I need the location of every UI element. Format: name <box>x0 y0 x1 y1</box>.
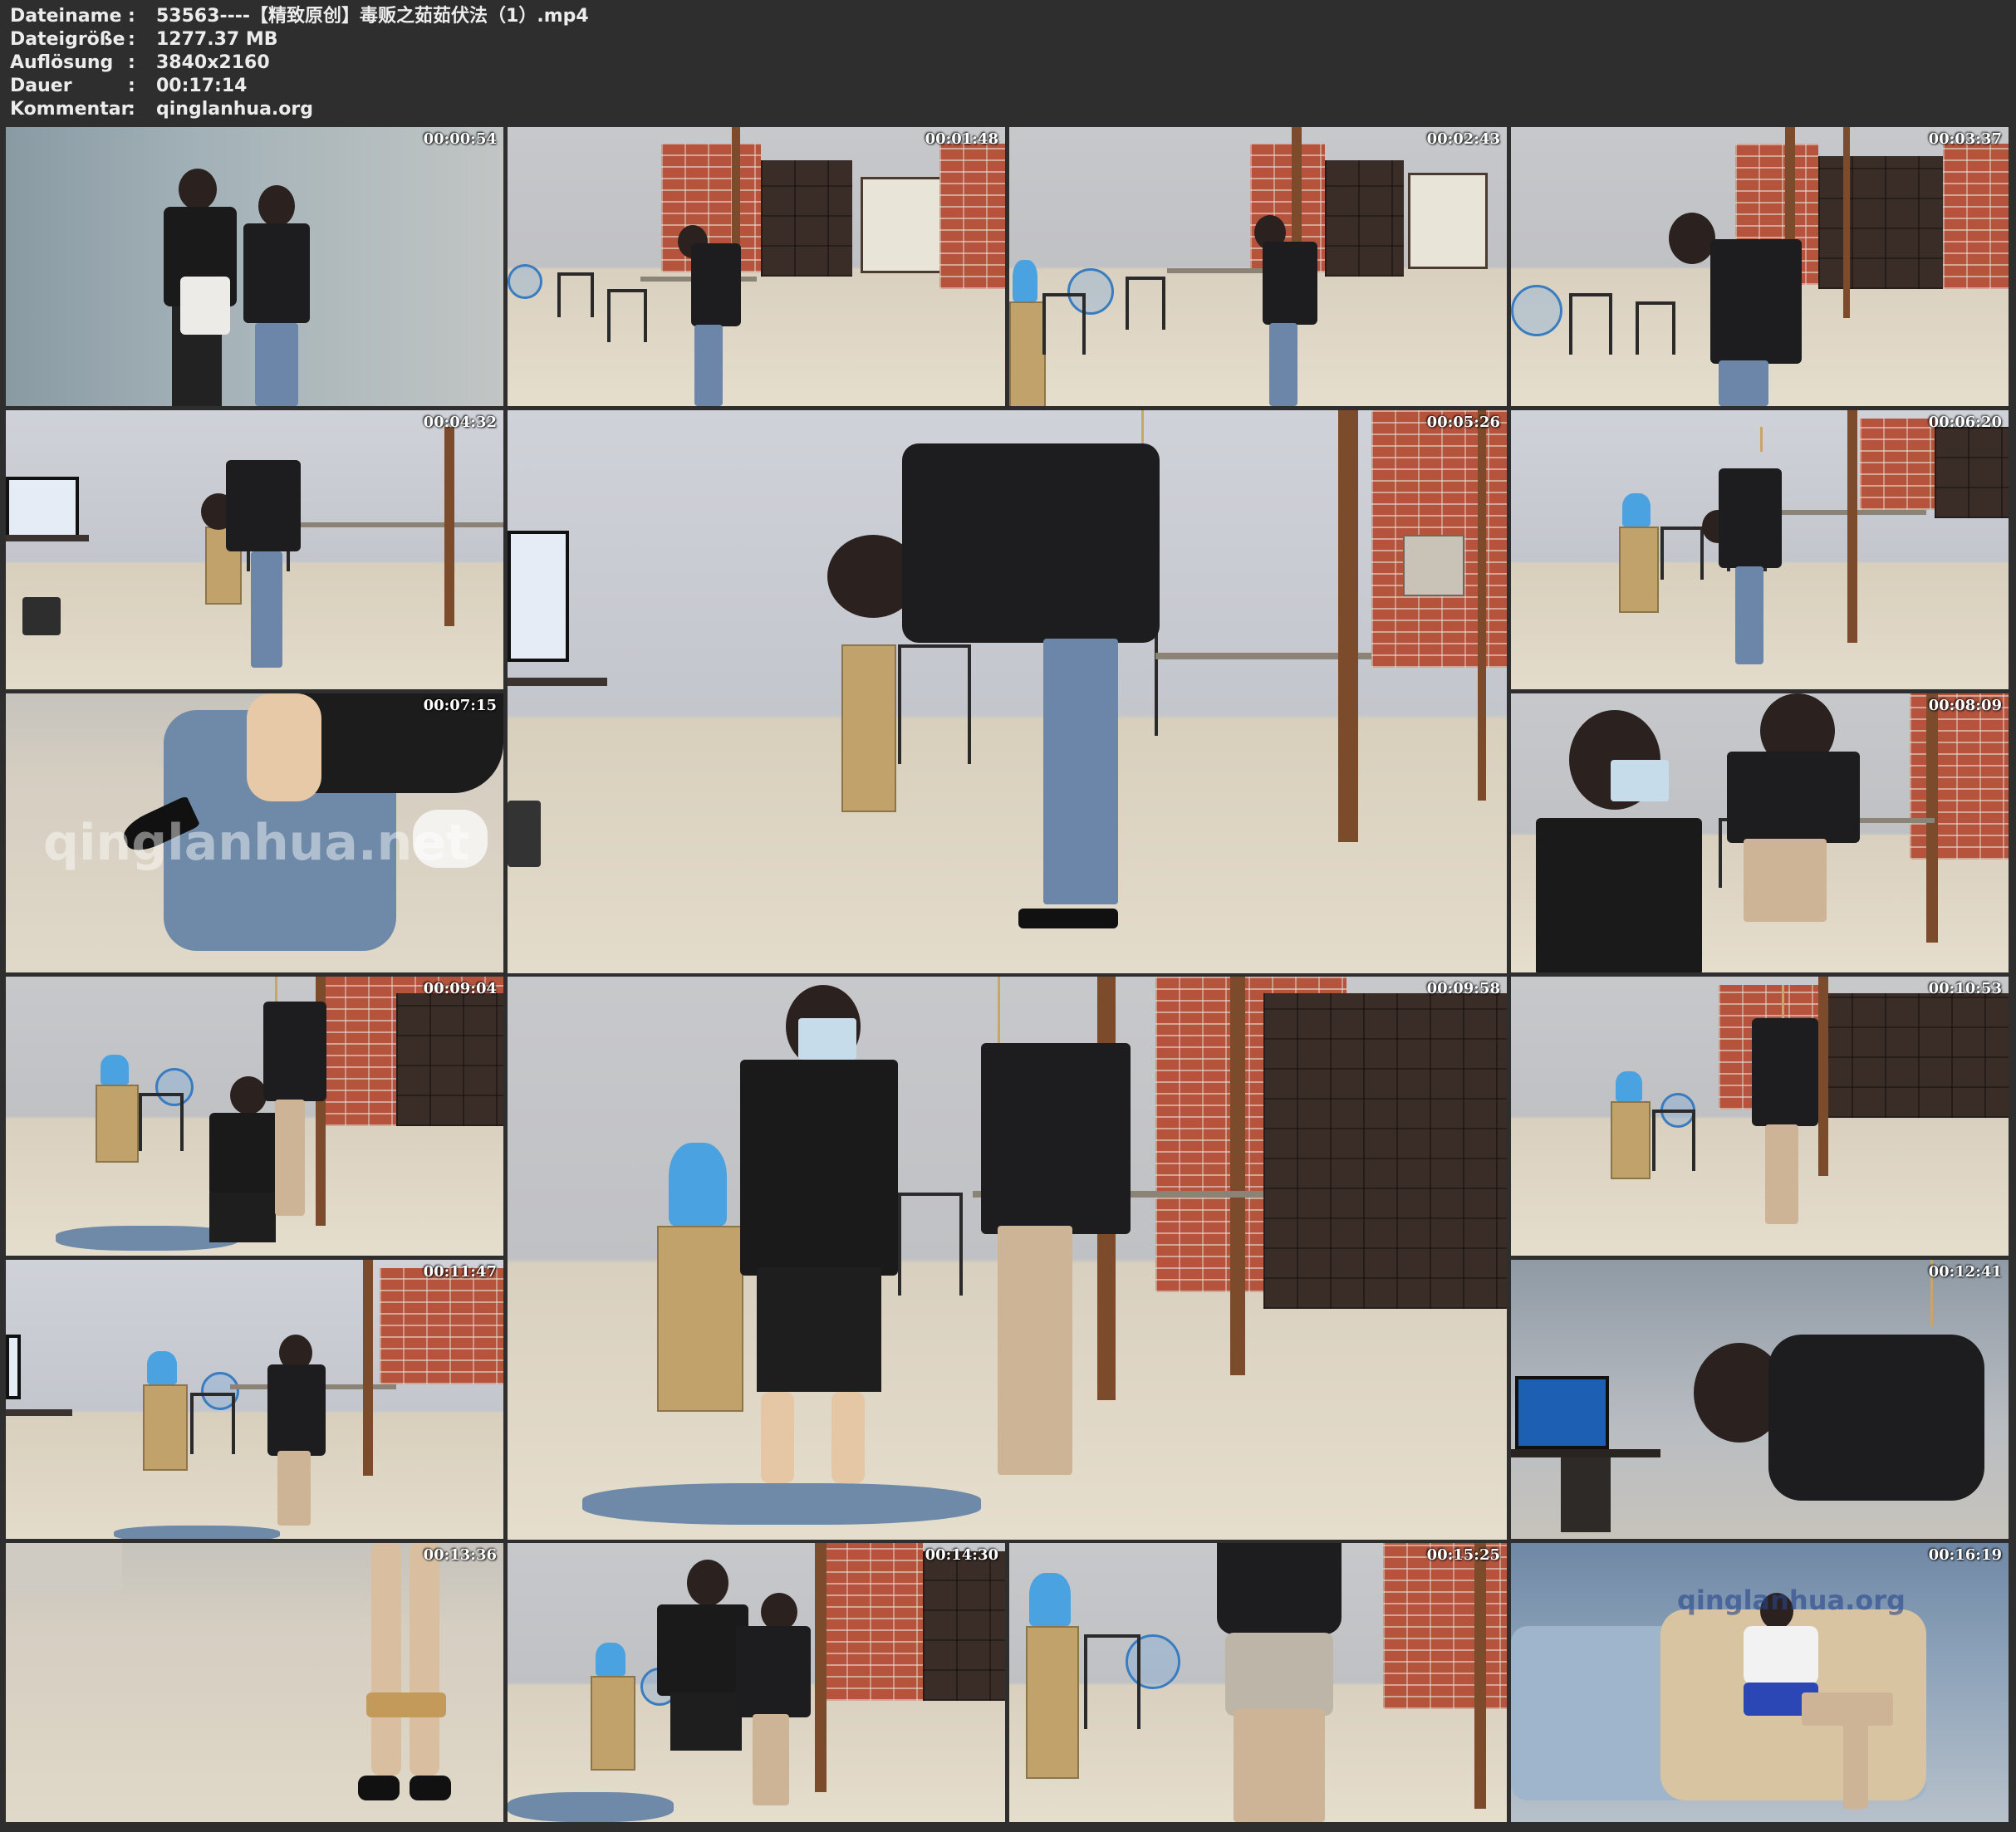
timestamp: 00:02:43 <box>1426 130 1500 148</box>
timestamp: 00:09:58 <box>1426 980 1500 997</box>
man-figure <box>732 985 906 1500</box>
thumbnail-11[interactable]: 00:09:58 <box>508 977 1507 1540</box>
timestamp: 00:13:36 <box>423 1546 497 1564</box>
meta-label: Auflösung <box>10 52 114 73</box>
meta-value-comment: qinglanhua.org <box>156 99 313 120</box>
timestamp: 00:00:54 <box>423 130 497 148</box>
meta-separator: : <box>128 29 135 50</box>
thumbnail-14[interactable]: 00:12:41 <box>1511 1260 2009 1539</box>
woman-figure <box>948 977 1155 1508</box>
meta-value-filesize: 1277.37 MB <box>156 29 278 50</box>
thumbnail-4[interactable]: 00:03:37 <box>1511 127 2009 406</box>
file-info-header: Dateiname : 53563----【精致原创】毒贩之茹茹伏法（1）.mp… <box>10 5 589 121</box>
timestamp: 00:04:32 <box>423 414 497 431</box>
thumbnail-18[interactable]: qinglanhua.org 00:16:19 <box>1511 1543 2009 1822</box>
thumbnail-13[interactable]: 00:11:47 <box>6 1260 503 1539</box>
meta-row-filesize: Dateigröße : 1277.37 MB <box>10 28 589 51</box>
woman-figure <box>1660 206 1810 406</box>
meta-value-filename: 53563----【精致原创】毒贩之茹茹伏法（1）.mp4 <box>156 6 589 27</box>
woman-figure <box>1735 985 1835 1234</box>
woman-figure <box>255 977 338 1226</box>
woman-figure <box>1246 210 1321 406</box>
thumbnail-3[interactable]: 00:02:43 <box>1009 127 1507 406</box>
timestamp: 00:01:48 <box>925 130 998 148</box>
woman-figure <box>1217 1543 1342 1822</box>
woman-figure <box>193 427 309 676</box>
meta-separator: : <box>128 52 135 73</box>
woman-figure <box>238 185 313 406</box>
meta-row-resolution: Auflösung : 3840x2160 <box>10 51 589 75</box>
meta-row-comment: Kommentar : qinglanhua.org <box>10 98 589 121</box>
thumbnail-16[interactable]: 00:14:30 <box>508 1543 1005 1822</box>
timestamp: 00:10:53 <box>1928 980 2002 997</box>
woman-figure <box>1744 1593 1910 1817</box>
meta-label: Dauer <box>10 76 72 96</box>
woman-figure <box>811 410 1185 973</box>
thumbnail-2[interactable]: 00:01:48 <box>508 127 1005 406</box>
timestamp: 00:06:20 <box>1928 414 2002 431</box>
thumbnail-10[interactable]: 00:09:04 <box>6 977 503 1256</box>
woman-figure <box>1710 693 1876 972</box>
thumbnail-12[interactable]: 00:10:53 <box>1511 977 2009 1256</box>
meta-value-duration: 00:17:14 <box>156 76 248 96</box>
man-figure <box>1536 710 1702 972</box>
timestamp: 00:16:19 <box>1928 1546 2002 1564</box>
thumbnail-1[interactable]: 00:00:54 <box>6 127 503 406</box>
meta-separator: : <box>128 99 135 120</box>
timestamp: 00:12:41 <box>1928 1263 2002 1281</box>
woman-figure <box>728 1576 827 1817</box>
timestamp: 00:03:37 <box>1928 130 2002 148</box>
woman-legs <box>355 1543 454 1822</box>
timestamp: 00:05:26 <box>1426 414 1500 431</box>
meta-row-duration: Dauer : 00:17:14 <box>10 75 589 98</box>
timestamp: 00:09:04 <box>423 980 497 997</box>
woman-figure <box>1677 1260 2009 1539</box>
woman-figure <box>1694 427 1793 668</box>
meta-separator: : <box>128 76 135 96</box>
timestamp: 00:11:47 <box>423 1263 497 1281</box>
meta-label: Dateigröße <box>10 29 125 50</box>
meta-separator: : <box>128 6 135 27</box>
woman-figure <box>259 1285 342 1526</box>
watermark: qinglanhua.net <box>43 814 470 872</box>
timestamp: 00:14:30 <box>925 1546 998 1564</box>
watermark: qinglanhua.org <box>1677 1585 1906 1616</box>
meta-row-filename: Dateiname : 53563----【精致原创】毒贩之茹茹伏法（1）.mp… <box>10 5 589 28</box>
thumbnail-5[interactable]: 00:04:32 <box>6 410 503 689</box>
thumbnail-7[interactable]: 00:06:20 <box>1511 410 2009 689</box>
thumbnail-9[interactable]: 00:08:09 <box>1511 693 2009 972</box>
thumbnail-17[interactable]: 00:15:25 <box>1009 1543 1507 1822</box>
timestamp: 00:08:09 <box>1928 697 2002 714</box>
thumbnail-8[interactable]: qinglanhua.net 00:07:15 <box>6 693 503 972</box>
meta-label: Dateiname <box>10 6 122 27</box>
timestamp: 00:07:15 <box>423 697 497 714</box>
woman-figure <box>670 218 744 406</box>
timestamp: 00:15:25 <box>1426 1546 1500 1564</box>
meta-value-resolution: 3840x2160 <box>156 52 270 73</box>
thumbnail-15[interactable]: 00:13:36 <box>6 1543 503 1822</box>
meta-label: Kommentar <box>10 99 130 120</box>
thumbnail-6[interactable]: 00:05:26 <box>508 410 1507 973</box>
